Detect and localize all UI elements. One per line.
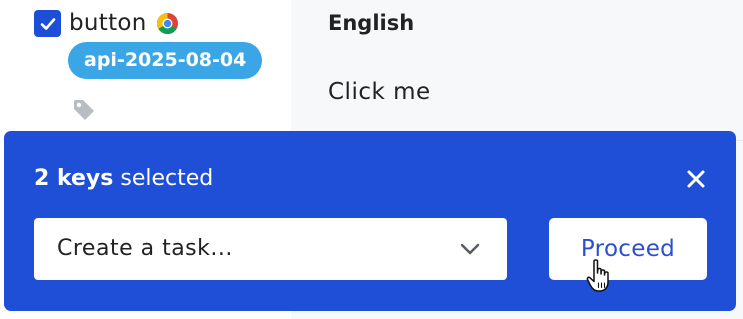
translation-cell[interactable]: Click me xyxy=(328,76,431,108)
batch-action-placeholder: Create a task... xyxy=(57,236,233,261)
selected-suffix: selected xyxy=(113,166,214,191)
selected-count: 2 keys xyxy=(34,166,114,191)
tag-icon[interactable] xyxy=(71,97,97,123)
tag-badge[interactable]: api-2025-08-04 xyxy=(68,42,263,79)
chevron-down-icon xyxy=(460,243,480,255)
key-checkbox[interactable] xyxy=(34,10,61,37)
key-name[interactable]: button xyxy=(69,7,147,39)
language-header: English xyxy=(328,11,415,35)
batch-action-select[interactable]: Create a task... xyxy=(34,218,507,280)
close-icon[interactable] xyxy=(685,168,707,190)
batch-actions-panel: 2 keys selected Create a task... Proceed xyxy=(4,131,736,311)
checkmark-icon xyxy=(40,17,55,30)
proceed-button[interactable]: Proceed xyxy=(549,218,707,280)
selection-count-text: 2 keys selected xyxy=(34,164,213,194)
chrome-icon xyxy=(156,12,179,35)
row-divider xyxy=(735,140,743,141)
hand-cursor-icon xyxy=(586,259,609,292)
